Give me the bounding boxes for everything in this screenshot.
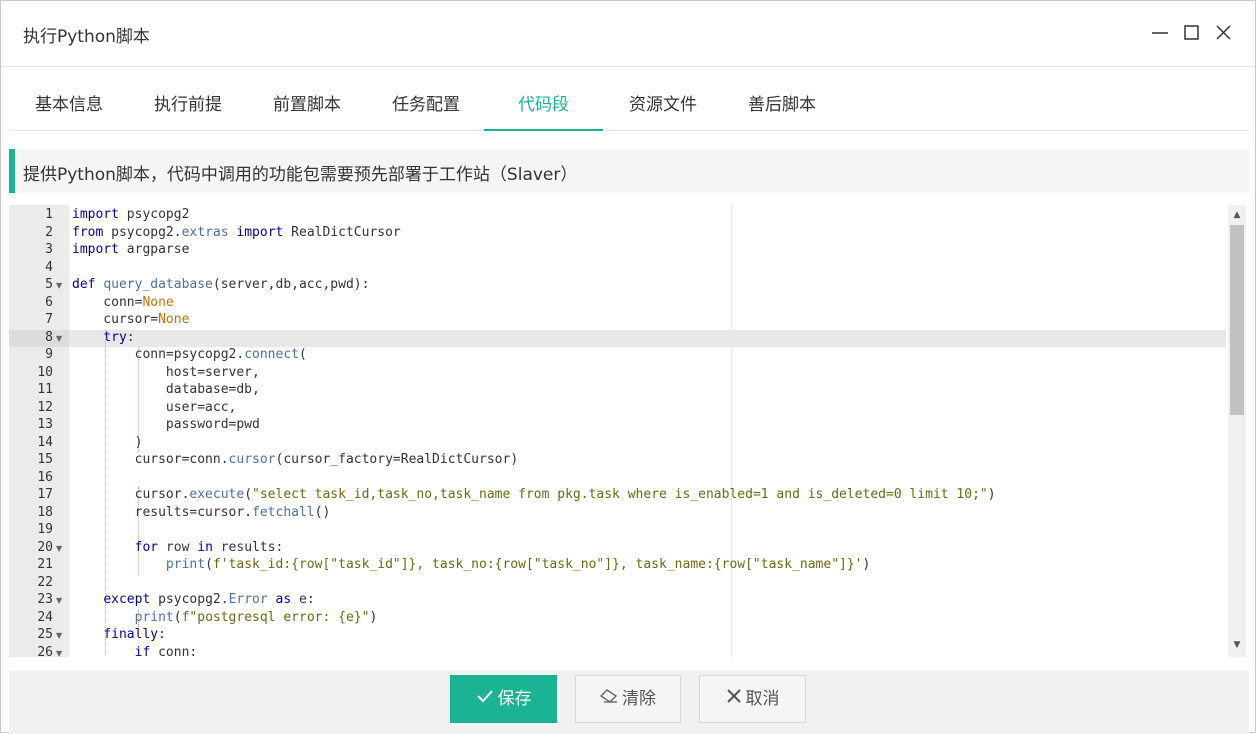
vertical-scrollbar[interactable]: ▲ ▼ — [1228, 205, 1246, 657]
scroll-down-icon[interactable]: ▼ — [1231, 639, 1243, 651]
fold-toggle-icon[interactable]: ▼ — [56, 281, 62, 290]
line-number: 18 — [37, 504, 53, 520]
line-number: 17 — [37, 487, 53, 502]
minimize-icon[interactable] — [1149, 21, 1171, 43]
clear-button[interactable]: 清除 — [575, 675, 681, 723]
current-line-highlight — [69, 329, 1226, 347]
tab-code-snippet[interactable]: 代码段 — [484, 79, 603, 131]
line-number: 6 — [45, 294, 53, 310]
fold-toggle-icon[interactable]: ▼ — [56, 631, 62, 640]
fold-toggle-icon[interactable]: ▼ — [56, 334, 62, 343]
code-line[interactable]: cursor.execute("select task_id,task_no,t… — [72, 487, 996, 502]
fold-toggle-icon[interactable]: ▼ — [56, 544, 62, 553]
fold-toggle-icon[interactable]: ▼ — [56, 649, 62, 658]
line-number: 12 — [37, 399, 53, 415]
footer-bar: 保存 清除 取消 — [9, 671, 1249, 734]
notice-text: 提供Python脚本，代码中调用的功能包需要预先部署于工作站（Slaver） — [23, 165, 578, 185]
line-number: 19 — [37, 522, 53, 537]
code-line[interactable]: password=pwd — [72, 417, 260, 432]
code-line[interactable]: cursor=None — [72, 312, 189, 327]
line-number: 2 — [45, 224, 53, 240]
scroll-up-icon[interactable]: ▲ — [1231, 209, 1243, 221]
line-number: 23 — [37, 592, 53, 607]
code-line[interactable]: host=server, — [72, 365, 260, 380]
check-icon — [476, 676, 494, 722]
line-number: 5 — [45, 277, 53, 292]
line-number: 3 — [45, 242, 53, 257]
code-line[interactable]: if conn: — [72, 645, 198, 658]
eraser-icon — [599, 676, 618, 722]
code-content[interactable]: import psycopg2 from psycopg2.extras impo… — [69, 205, 1226, 657]
cancel-button[interactable]: 取消 — [699, 675, 806, 723]
code-line[interactable]: import argparse — [72, 242, 189, 257]
code-line[interactable]: cursor=conn.cursor(cursor_factory=RealDi… — [72, 452, 519, 467]
line-number: 4 — [45, 259, 53, 275]
code-line[interactable]: conn=psycopg2.connect( — [72, 347, 307, 362]
line-number: 15 — [37, 452, 53, 467]
code-line[interactable]: except psycopg2.Error as e: — [72, 592, 314, 607]
tab-task-config[interactable]: 任务配置 — [367, 79, 485, 131]
line-number: 24 — [37, 609, 53, 625]
line-number: 20 — [37, 539, 53, 555]
line-number: 16 — [37, 469, 53, 485]
code-line[interactable]: print(f"postgresql error: {e}") — [72, 610, 378, 625]
cancel-label: 取消 — [745, 689, 780, 709]
code-line[interactable]: from psycopg2.extras import RealDictCurs… — [72, 225, 401, 240]
line-number: 26 — [37, 644, 53, 658]
line-number-gutter: 1 2 3 4 5 ▼ 6 7 8 ▼ 9 10 11 12 13 14 15 16 17 18 19 20 ▼ 21 22 23… — [9, 205, 69, 657]
dialog-title: 执行Python脚本 — [23, 27, 150, 47]
line-number: 9 — [45, 347, 53, 362]
code-line[interactable]: finally: — [72, 627, 166, 642]
tab-preconditions[interactable]: 执行前提 — [129, 79, 247, 131]
code-line[interactable]: database=db, — [72, 382, 260, 397]
save-button[interactable]: 保存 — [450, 675, 557, 723]
line-number: 7 — [45, 312, 53, 327]
code-line[interactable]: conn=None — [72, 295, 173, 310]
notice-banner: 提供Python脚本，代码中调用的功能包需要预先部署于工作站（Slaver） — [9, 149, 1249, 193]
save-label: 保存 — [497, 689, 532, 709]
line-number: 21 — [37, 557, 53, 572]
line-number: 25 — [37, 627, 53, 642]
code-line[interactable]: print(f'task_id:{row["task_id"]}, task_n… — [72, 557, 870, 572]
maximize-icon[interactable] — [1181, 21, 1203, 43]
line-number: 14 — [37, 434, 53, 450]
code-line[interactable]: results=cursor.fetchall() — [72, 505, 331, 520]
line-number: 10 — [37, 364, 53, 380]
code-line[interactable]: try: — [72, 330, 134, 345]
code-line[interactable]: for row in results: — [72, 540, 284, 555]
tab-pre-script[interactable]: 前置脚本 — [247, 79, 367, 131]
title-bar: 执行Python脚本 — [1, 1, 1255, 67]
print-margin — [731, 205, 732, 657]
close-icon[interactable] — [1213, 21, 1235, 43]
line-number: 13 — [37, 417, 53, 432]
code-editor[interactable]: 1 2 3 4 5 ▼ 6 7 8 ▼ 9 10 11 12 13 14 15 16 17 18 19 20 ▼ 21 22 23… — [9, 205, 1246, 657]
x-icon — [726, 676, 742, 722]
line-number: 11 — [37, 382, 53, 397]
line-number: 8 — [45, 329, 53, 345]
code-line[interactable]: ) — [72, 435, 143, 450]
fold-toggle-icon[interactable]: ▼ — [56, 596, 62, 605]
clear-label: 清除 — [622, 689, 656, 709]
dialog: 执行Python脚本 基本信息 执行前提 前置脚本 任务配置 代码段 资源文件 … — [0, 0, 1256, 734]
line-number: 22 — [37, 574, 53, 590]
code-line[interactable]: def query_database(server,db,acc,pwd): — [72, 277, 369, 292]
scrollbar-thumb[interactable] — [1230, 225, 1244, 415]
tab-resource-files[interactable]: 资源文件 — [603, 79, 723, 131]
code-line[interactable]: user=acc, — [72, 400, 236, 415]
tab-cleanup-script[interactable]: 善后脚本 — [722, 79, 842, 131]
code-line[interactable]: import psycopg2 — [72, 207, 189, 222]
line-number: 1 — [45, 207, 53, 222]
tab-bar: 基本信息 执行前提 前置脚本 任务配置 代码段 资源文件 善后脚本 — [9, 79, 1249, 131]
tab-basic-info[interactable]: 基本信息 — [9, 79, 129, 131]
